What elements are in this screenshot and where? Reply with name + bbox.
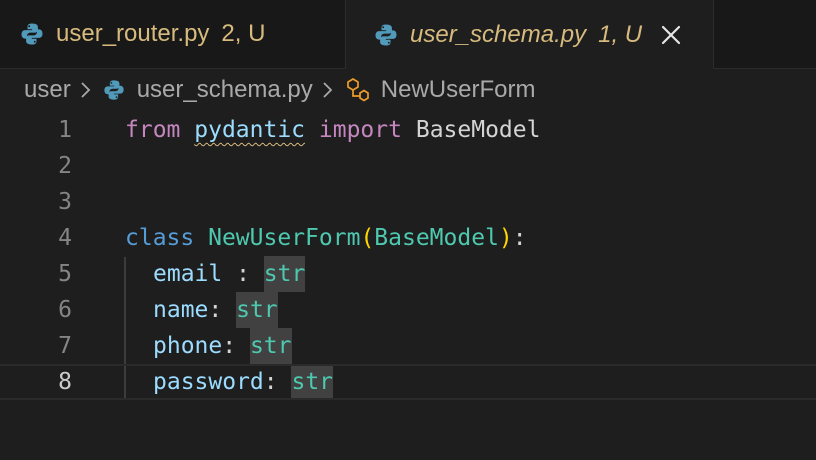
tab-status-badge: 1, U: [598, 20, 643, 48]
line-content: email : str: [153, 256, 306, 292]
tab-status-badge: 2, U: [221, 20, 266, 47]
module-name: pydantic: [194, 117, 306, 143]
breadcrumb-file[interactable]: user_schema.py: [137, 76, 313, 104]
line-content: from pydantic import BaseModel: [125, 112, 540, 148]
keyword: class: [125, 225, 195, 251]
code-line[interactable]: 7 phone: str: [0, 328, 816, 364]
tab-filename: user_schema.py: [410, 20, 587, 48]
python-icon: [104, 80, 124, 100]
tab-user-schema[interactable]: user_schema.py 1, U: [346, 0, 714, 69]
class-name: NewUserForm: [208, 225, 361, 251]
line-number: 2: [58, 153, 72, 179]
tab-filename: user_router.py: [56, 20, 210, 47]
field-name: name: [153, 297, 209, 323]
line-content: class NewUserForm(BaseModel):: [125, 220, 527, 256]
field-type: str: [236, 292, 278, 328]
code-line[interactable]: 3: [0, 184, 816, 220]
colon: :: [512, 225, 527, 251]
base-class: BaseModel: [374, 225, 499, 251]
field-name: password: [153, 369, 264, 395]
line-content: name: str: [153, 292, 278, 328]
bracket: (: [360, 225, 375, 251]
tab-bar: user_router.py 2, U user_schema.py 1, U: [0, 0, 816, 69]
code-line-current[interactable]: 8 password: str: [0, 364, 816, 400]
line-content: phone: str: [153, 328, 292, 364]
field-name: phone: [153, 333, 223, 359]
keyword: from: [125, 117, 181, 143]
tab-user-router[interactable]: user_router.py 2, U: [0, 0, 346, 68]
field-type: str: [263, 256, 306, 292]
breadcrumb-symbol[interactable]: NewUserForm: [381, 76, 536, 104]
line-content: password: str: [153, 366, 334, 398]
imported-name: BaseModel: [415, 117, 541, 143]
breadcrumb: user user_schema.py NewUserForm: [0, 69, 816, 111]
field-type: str: [291, 366, 334, 398]
code-editor[interactable]: 1 from pydantic import BaseModel 2 3 4 c…: [0, 112, 816, 460]
line-number: 4: [58, 225, 72, 251]
editor-window: user_router.py 2, U user_schema.py 1, U …: [0, 0, 816, 460]
python-icon: [375, 24, 397, 45]
field-separator: :: [222, 333, 250, 359]
code-line[interactable]: 2: [0, 148, 816, 184]
close-icon[interactable]: [660, 24, 682, 46]
field-separator: :: [222, 261, 264, 287]
line-number: 8: [58, 369, 72, 395]
field-name: email: [153, 261, 223, 287]
breadcrumb-folder[interactable]: user: [24, 76, 71, 104]
line-number: 3: [58, 189, 72, 215]
symbol-class-icon: [346, 78, 369, 102]
field-type: str: [249, 328, 292, 364]
code-line[interactable]: 1 from pydantic import BaseModel: [0, 112, 816, 148]
line-number: 6: [58, 297, 72, 323]
line-number: 7: [58, 333, 72, 359]
keyword: import: [318, 117, 402, 143]
python-icon: [21, 23, 43, 45]
line-number: 5: [58, 261, 72, 287]
code-line[interactable]: 6 name: str: [0, 292, 816, 328]
field-separator: :: [263, 369, 292, 395]
chevron-right-icon: [81, 82, 90, 98]
chevron-right-icon: [323, 82, 333, 98]
field-separator: :: [208, 297, 237, 323]
line-number: 1: [58, 117, 72, 143]
bracket: ): [498, 225, 513, 251]
code-line[interactable]: 4 class NewUserForm(BaseModel):: [0, 220, 816, 256]
code-line[interactable]: 5 email : str: [0, 256, 816, 292]
